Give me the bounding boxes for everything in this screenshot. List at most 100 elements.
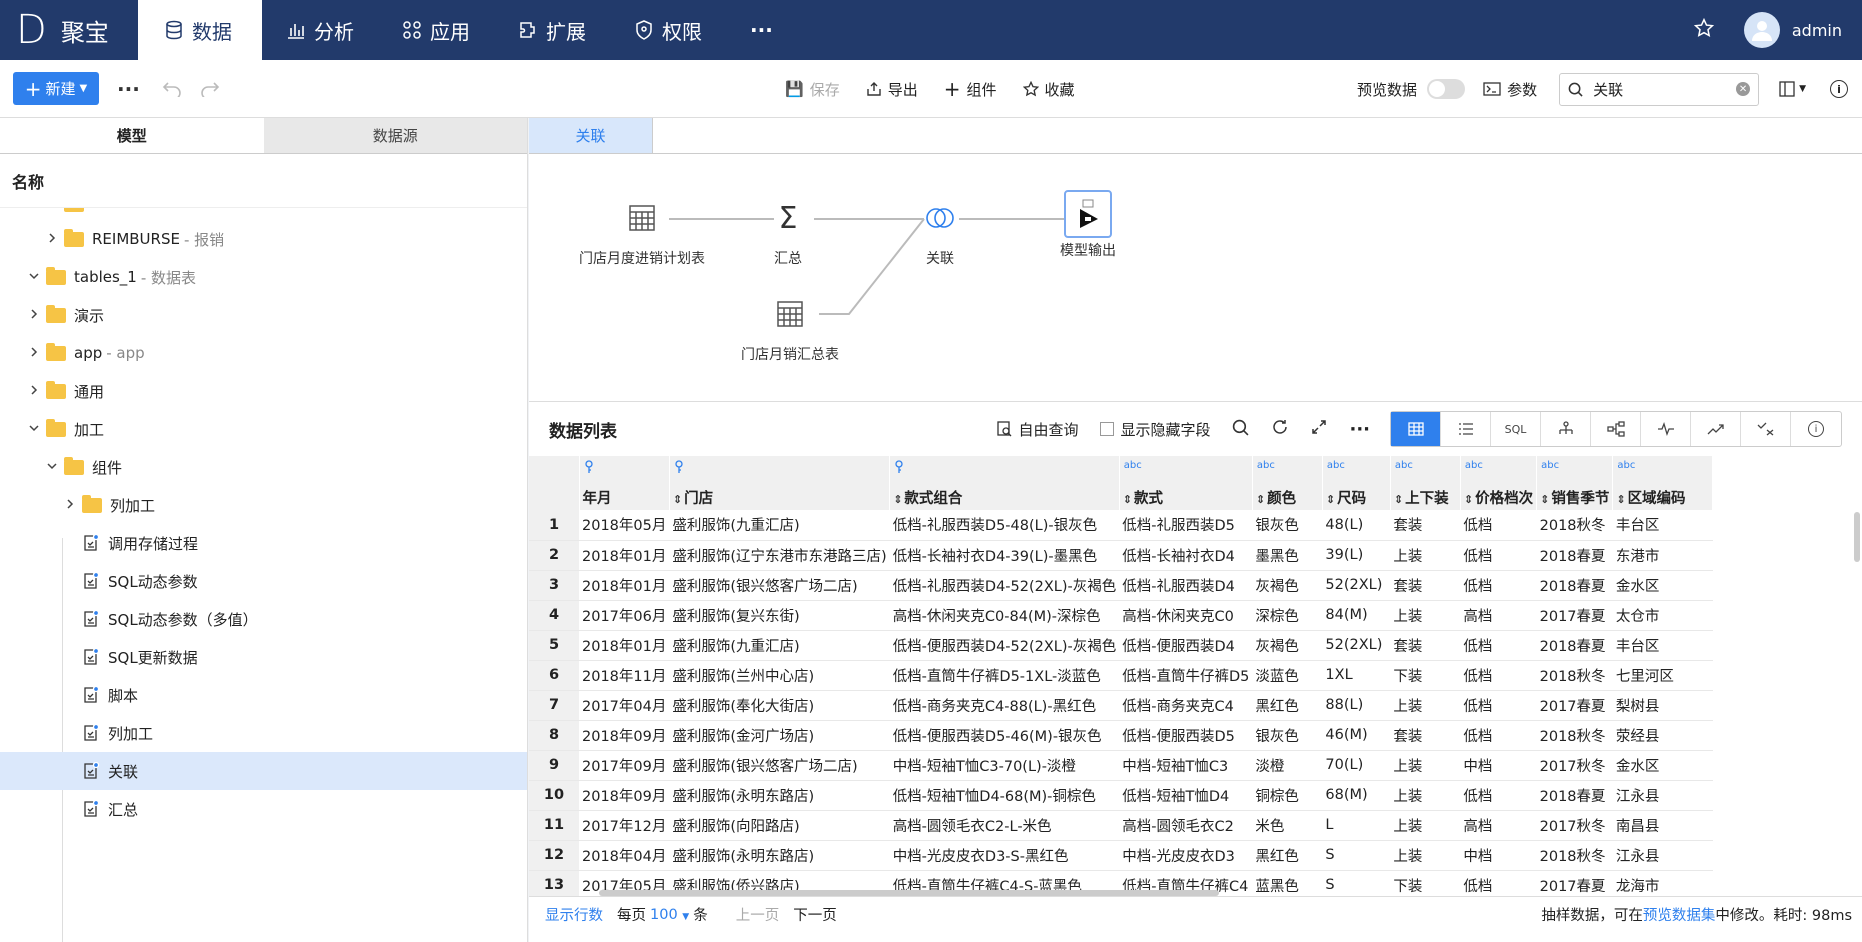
tree-node[interactable]: 调用存储过程 xyxy=(0,524,527,562)
nav-item-3[interactable]: 扩展 xyxy=(494,0,610,60)
tree-view-icon[interactable] xyxy=(1591,412,1641,446)
info-icon[interactable]: i xyxy=(1830,80,1848,98)
show-hidden-fields-checkbox[interactable]: 显示隐藏字段 xyxy=(1100,419,1210,440)
nav-more-icon[interactable]: ··· xyxy=(726,0,797,60)
app-logo[interactable]: D 聚宝 xyxy=(0,0,138,60)
wave-icon[interactable] xyxy=(1641,412,1691,446)
table-row[interactable]: 8 2018年09月 盛利服饰(金河广场店) 低档-便服西装D5-46(M)-银灰色低… xyxy=(529,720,1713,751)
tree-node[interactable]: 加工 xyxy=(0,410,527,448)
tree-node[interactable]: app - app xyxy=(0,334,527,372)
table-row[interactable]: 6 2018年11月 盛利服饰(兰州中心店) 低档-直筒牛仔裤D5-1XL-淡蓝色 低档… xyxy=(529,660,1713,691)
more-icon[interactable]: ··· xyxy=(117,77,140,101)
sort-icon[interactable]: ⇕ xyxy=(673,493,682,506)
column-header[interactable]: abc ⇕ 款式 xyxy=(1119,456,1253,510)
chevron-right-icon[interactable] xyxy=(46,232,64,247)
table-row[interactable]: 2 2018年01月 盛利服饰(辽宁东港市东港路三店) 低档-长袖衬衣D4-39(L)… xyxy=(529,540,1713,571)
column-header[interactable]: abc ⇕ 价格档次 xyxy=(1460,456,1538,510)
sort-icon[interactable]: ⇕ xyxy=(1256,493,1265,506)
tree-node[interactable]: SQL动态参数（多值） xyxy=(0,600,527,638)
redo-icon[interactable] xyxy=(200,81,220,97)
tree-node[interactable]: 关联 xyxy=(0,752,527,790)
column-header[interactable]: abc ⇕ 尺码 xyxy=(1322,456,1391,510)
table-row[interactable]: 4 2017年06月 盛利服饰(复兴东街) 高档-休闲夹克C0-84(M)-深棕色 高档… xyxy=(529,600,1713,631)
chevron-right-icon[interactable] xyxy=(28,308,46,323)
tab-datasource[interactable]: 数据源 xyxy=(263,118,527,153)
sort-icon[interactable]: ⇕ xyxy=(1123,493,1132,506)
sort-icon[interactable]: ⇕ xyxy=(893,493,902,506)
table-row[interactable]: 12 2018年04月 盛利服饰(永明东路店) 中档-光皮皮衣D3-S-黑红色 中档-光… xyxy=(529,840,1713,871)
preview-data-toggle[interactable] xyxy=(1427,79,1466,99)
tab-model[interactable]: 模型 xyxy=(0,118,264,153)
tree-node[interactable]: 通用 xyxy=(0,372,527,410)
search-icon[interactable] xyxy=(1232,419,1249,440)
clear-icon[interactable]: ✕ xyxy=(1736,82,1751,96)
tree-node[interactable]: REIMBURSE - 报销 xyxy=(0,220,527,258)
expand-icon[interactable] xyxy=(1311,419,1327,439)
table-row[interactable]: 7 2017年04月 盛利服饰(奉化大街店) 低档-商务夹克C4-88(L)-黑红色低… xyxy=(529,690,1713,721)
vertical-scrollbar[interactable] xyxy=(1854,512,1860,562)
add-component-button[interactable]: + 组件 xyxy=(944,77,997,101)
tree-node[interactable]: SQL更新数据 xyxy=(0,638,527,676)
sql-view-icon[interactable]: SQL xyxy=(1491,412,1541,446)
sort-icon[interactable]: ⇕ xyxy=(1326,493,1335,506)
chevron-down-icon[interactable] xyxy=(28,270,46,285)
chevron-right-icon[interactable] xyxy=(28,346,46,361)
column-header[interactable]: abc ⇕ 上下装 xyxy=(1390,456,1461,510)
horizontal-scrollbar[interactable] xyxy=(599,890,1219,896)
show-rows-link[interactable]: 显示行数 xyxy=(545,904,603,925)
column-header[interactable]: abc ⇕ 销售季节 xyxy=(1536,456,1614,510)
param-button[interactable]: 参数 xyxy=(1483,79,1537,100)
tree-node[interactable]: 汇总 xyxy=(0,790,527,828)
table-row[interactable]: 5 2018年01月 盛利服饰(九重汇店) 低档-便服西装D4-52(2XL)-灰褐色… xyxy=(529,630,1713,661)
column-header[interactable]: abc ⇕ 颜色 xyxy=(1252,456,1323,510)
layout-toggle-icon[interactable]: ▼ xyxy=(1779,81,1806,97)
table-row[interactable]: 9 2017年09月 盛利服饰(银兴悠客广场二店) 中档-短袖T恤C3-70(L)-淡… xyxy=(529,750,1713,781)
lineage-icon[interactable] xyxy=(1541,412,1591,446)
chevron-right-icon[interactable] xyxy=(64,498,82,513)
tree-node[interactable]: tables_1- 数据表 xyxy=(0,258,527,296)
column-header[interactable]: ⇕ 门店 xyxy=(669,456,891,510)
sort-icon[interactable]: ⇕ xyxy=(1540,493,1549,506)
avatar[interactable] xyxy=(1743,12,1780,48)
tree-node[interactable]: 列加工 xyxy=(0,714,527,752)
free-query-button[interactable]: 自由查询 xyxy=(997,419,1078,440)
sort-icon[interactable]: ⇕ xyxy=(1464,493,1473,506)
tree-node[interactable]: 演示 xyxy=(0,296,527,334)
trend-icon[interactable] xyxy=(1691,412,1741,446)
nav-item-4[interactable]: 权限 xyxy=(610,0,726,60)
nav-item-0[interactable]: 数据 xyxy=(138,0,262,60)
grid-view-icon[interactable] xyxy=(1391,412,1441,446)
save-button[interactable]: 💾 保存 xyxy=(785,79,840,100)
user-name[interactable]: admin xyxy=(1792,21,1842,40)
star-icon[interactable] xyxy=(1693,17,1714,42)
table-row[interactable]: 11 2017年12月 盛利服饰(向阳路店) 高档-圆领毛衣C2-L-米色 高档-圆领毛… xyxy=(529,810,1713,841)
tree-node[interactable]: 组件 xyxy=(0,448,527,486)
sort-icon[interactable]: ⇕ xyxy=(1394,493,1403,506)
chevron-down-icon[interactable] xyxy=(28,422,46,437)
tree-node[interactable]: 列加工 xyxy=(0,486,527,524)
flow-node-source1[interactable]: 门店月度进销计划表 xyxy=(579,190,705,268)
nav-item-2[interactable]: 应用 xyxy=(378,0,494,60)
nav-item-1[interactable]: 分析 xyxy=(262,0,378,60)
list-view-icon[interactable] xyxy=(1441,412,1491,446)
tree-node[interactable]: 脚本 xyxy=(0,676,527,714)
chevron-down-icon[interactable] xyxy=(46,460,64,475)
column-header[interactable]: 年月 xyxy=(579,456,670,510)
table-row[interactable]: 1 2018年05月 盛利服饰(九重汇店) 低档-礼服西装D5-48(L)-银灰色 低档… xyxy=(529,510,1713,541)
prev-page-button[interactable]: 上一页 xyxy=(736,904,780,925)
export-button[interactable]: 导出 xyxy=(866,79,918,100)
chevron-right-icon[interactable] xyxy=(28,384,46,399)
flow-node-output[interactable]: 模型输出 xyxy=(1060,190,1116,260)
table-row[interactable]: 10 2018年09月 盛利服饰(永明东路店) 低档-短袖T恤D4-68(M)-铜棕色… xyxy=(529,780,1713,811)
tree-node[interactable]: SQL动态参数 xyxy=(0,562,527,600)
more-icon[interactable]: ··· xyxy=(1349,419,1370,440)
table-row[interactable]: 3 2018年01月 盛利服饰(银兴悠客广场二店) 低档-礼服西装D4-52(2XL)… xyxy=(529,570,1713,601)
info-icon[interactable]: i xyxy=(1791,412,1841,446)
next-page-button[interactable]: 下一页 xyxy=(793,904,837,925)
sort-icon[interactable]: ⇕ xyxy=(1616,493,1625,506)
favorite-button[interactable]: 收藏 xyxy=(1022,79,1075,100)
column-header[interactable]: ⇕ 款式组合 xyxy=(889,456,1120,510)
new-button[interactable]: + 新建 ▼ xyxy=(13,72,99,105)
tab-join[interactable]: 关联 xyxy=(529,118,653,153)
preview-dataset-link[interactable]: 预览数据集 xyxy=(1643,908,1716,924)
